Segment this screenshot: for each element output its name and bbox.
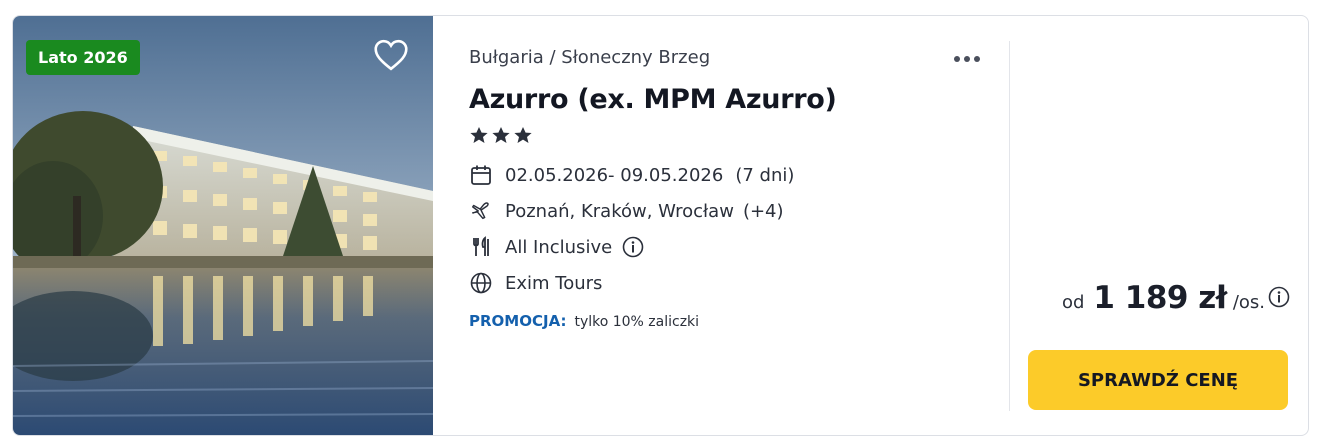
board-info-button[interactable]: [622, 236, 644, 258]
star-icon: [514, 127, 532, 143]
price-value: 1 189 zł: [1093, 280, 1227, 316]
price-info-button[interactable]: [1268, 286, 1290, 308]
promo-label: PROMOCJA:: [469, 312, 567, 330]
tour-operator: Exim Tours: [505, 272, 603, 294]
promotion: PROMOCJA: tylko 10% zaliczki: [469, 312, 699, 330]
location-breadcrumb[interactable]: Bułgaria / Słoneczny Brzeg: [469, 47, 710, 68]
more-dots-icon: [954, 56, 960, 62]
star-icon: [492, 127, 510, 143]
board-row: All Inclusive: [469, 235, 644, 259]
hotel-rating: [469, 126, 533, 144]
more-airports[interactable]: (+4): [743, 201, 784, 222]
season-badge: Lato 2026: [26, 40, 140, 75]
offer-info: Bułgaria / Słoneczny Brzeg Azurro (ex. M…: [469, 16, 1009, 435]
more-options-button[interactable]: [949, 46, 985, 72]
offer-card[interactable]: Lato 2026 Bułgaria / Słoneczny Brzeg Azu…: [12, 15, 1309, 436]
check-price-button[interactable]: SPRAWDŹ CENĘ: [1028, 350, 1288, 410]
hotel-photo-image: [13, 16, 433, 435]
star-icon: [470, 127, 488, 143]
cutlery-icon: [469, 235, 493, 259]
departure-airports: Poznań, Kraków, Wrocław: [505, 200, 734, 222]
operator-row: Exim Tours: [469, 271, 602, 295]
travel-duration: (7 dni): [735, 164, 795, 186]
globe-icon: [469, 271, 493, 295]
price-prefix: od: [1061, 292, 1085, 313]
board-type: All Inclusive: [505, 236, 613, 258]
hotel-name[interactable]: Azurro (ex. MPM Azurro): [469, 84, 837, 115]
price-suffix: /os.: [1232, 292, 1265, 313]
plane-icon: [469, 199, 493, 223]
info-icon: [1268, 286, 1290, 308]
heart-icon: [374, 39, 408, 71]
info-icon: [622, 236, 644, 258]
travel-dates: 02.05.2026- 09.05.2026: [505, 164, 724, 186]
dates-row: 02.05.2026- 09.05.2026 (7 dni): [469, 163, 794, 187]
price-block: od 1 189 zł /os.: [1062, 280, 1290, 316]
airports-row: Poznań, Kraków, Wrocław (+4): [469, 199, 784, 223]
divider: [1009, 41, 1010, 411]
favorite-button[interactable]: [371, 36, 411, 74]
hotel-photo[interactable]: Lato 2026: [13, 16, 433, 435]
promo-text: tylko 10% zaliczki: [574, 314, 700, 330]
calendar-icon: [469, 163, 493, 187]
